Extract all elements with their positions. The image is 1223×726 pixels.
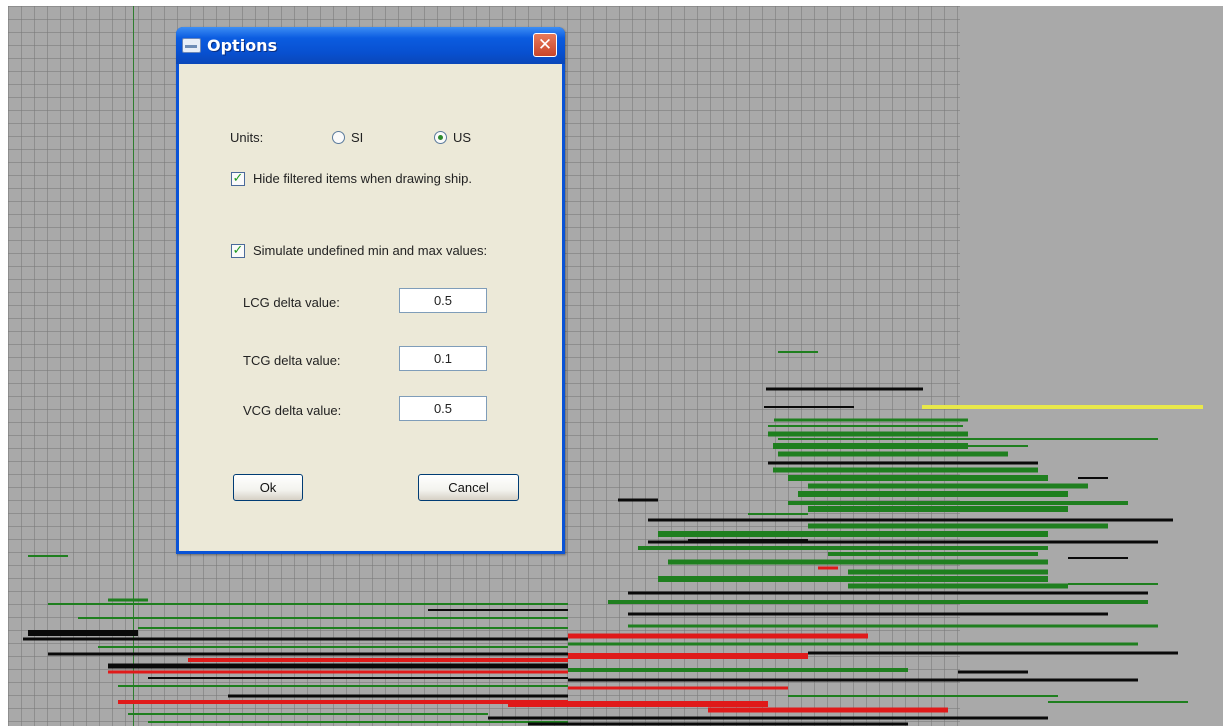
- vcg-delta-input[interactable]: 0.5: [399, 396, 487, 421]
- dialog-title-bar[interactable]: Options ✕: [176, 27, 565, 64]
- close-button[interactable]: ✕: [533, 33, 557, 57]
- ok-button[interactable]: Ok: [233, 474, 303, 501]
- dialog-title: Options: [207, 36, 278, 55]
- units-us-radio[interactable]: [434, 131, 447, 144]
- units-label: Units:: [230, 130, 264, 145]
- simulate-label[interactable]: Simulate undefined min and max values:: [253, 243, 487, 258]
- hide-filtered-label[interactable]: Hide filtered items when drawing ship.: [253, 171, 472, 186]
- app-icon: [182, 38, 201, 53]
- options-dialog: Options ✕ Units: SI US ✓ Hide filtered i…: [176, 27, 565, 554]
- units-si-radio[interactable]: [332, 131, 345, 144]
- close-icon: ✕: [537, 35, 553, 55]
- hide-filtered-checkbox[interactable]: ✓: [231, 172, 245, 186]
- simulate-checkbox[interactable]: ✓: [231, 244, 245, 258]
- cancel-button[interactable]: Cancel: [418, 474, 519, 501]
- tcg-delta-input[interactable]: 0.1: [399, 346, 487, 371]
- tcg-delta-label: TCG delta value:: [243, 353, 341, 368]
- vcg-delta-label: VCG delta value:: [243, 403, 342, 418]
- units-us-label[interactable]: US: [453, 130, 471, 145]
- dialog-body: Units: SI US ✓ Hide filtered items when …: [179, 64, 562, 551]
- lcg-delta-label: LCG delta value:: [243, 295, 340, 310]
- lcg-delta-input[interactable]: 0.5: [399, 288, 487, 313]
- units-si-label[interactable]: SI: [351, 130, 363, 145]
